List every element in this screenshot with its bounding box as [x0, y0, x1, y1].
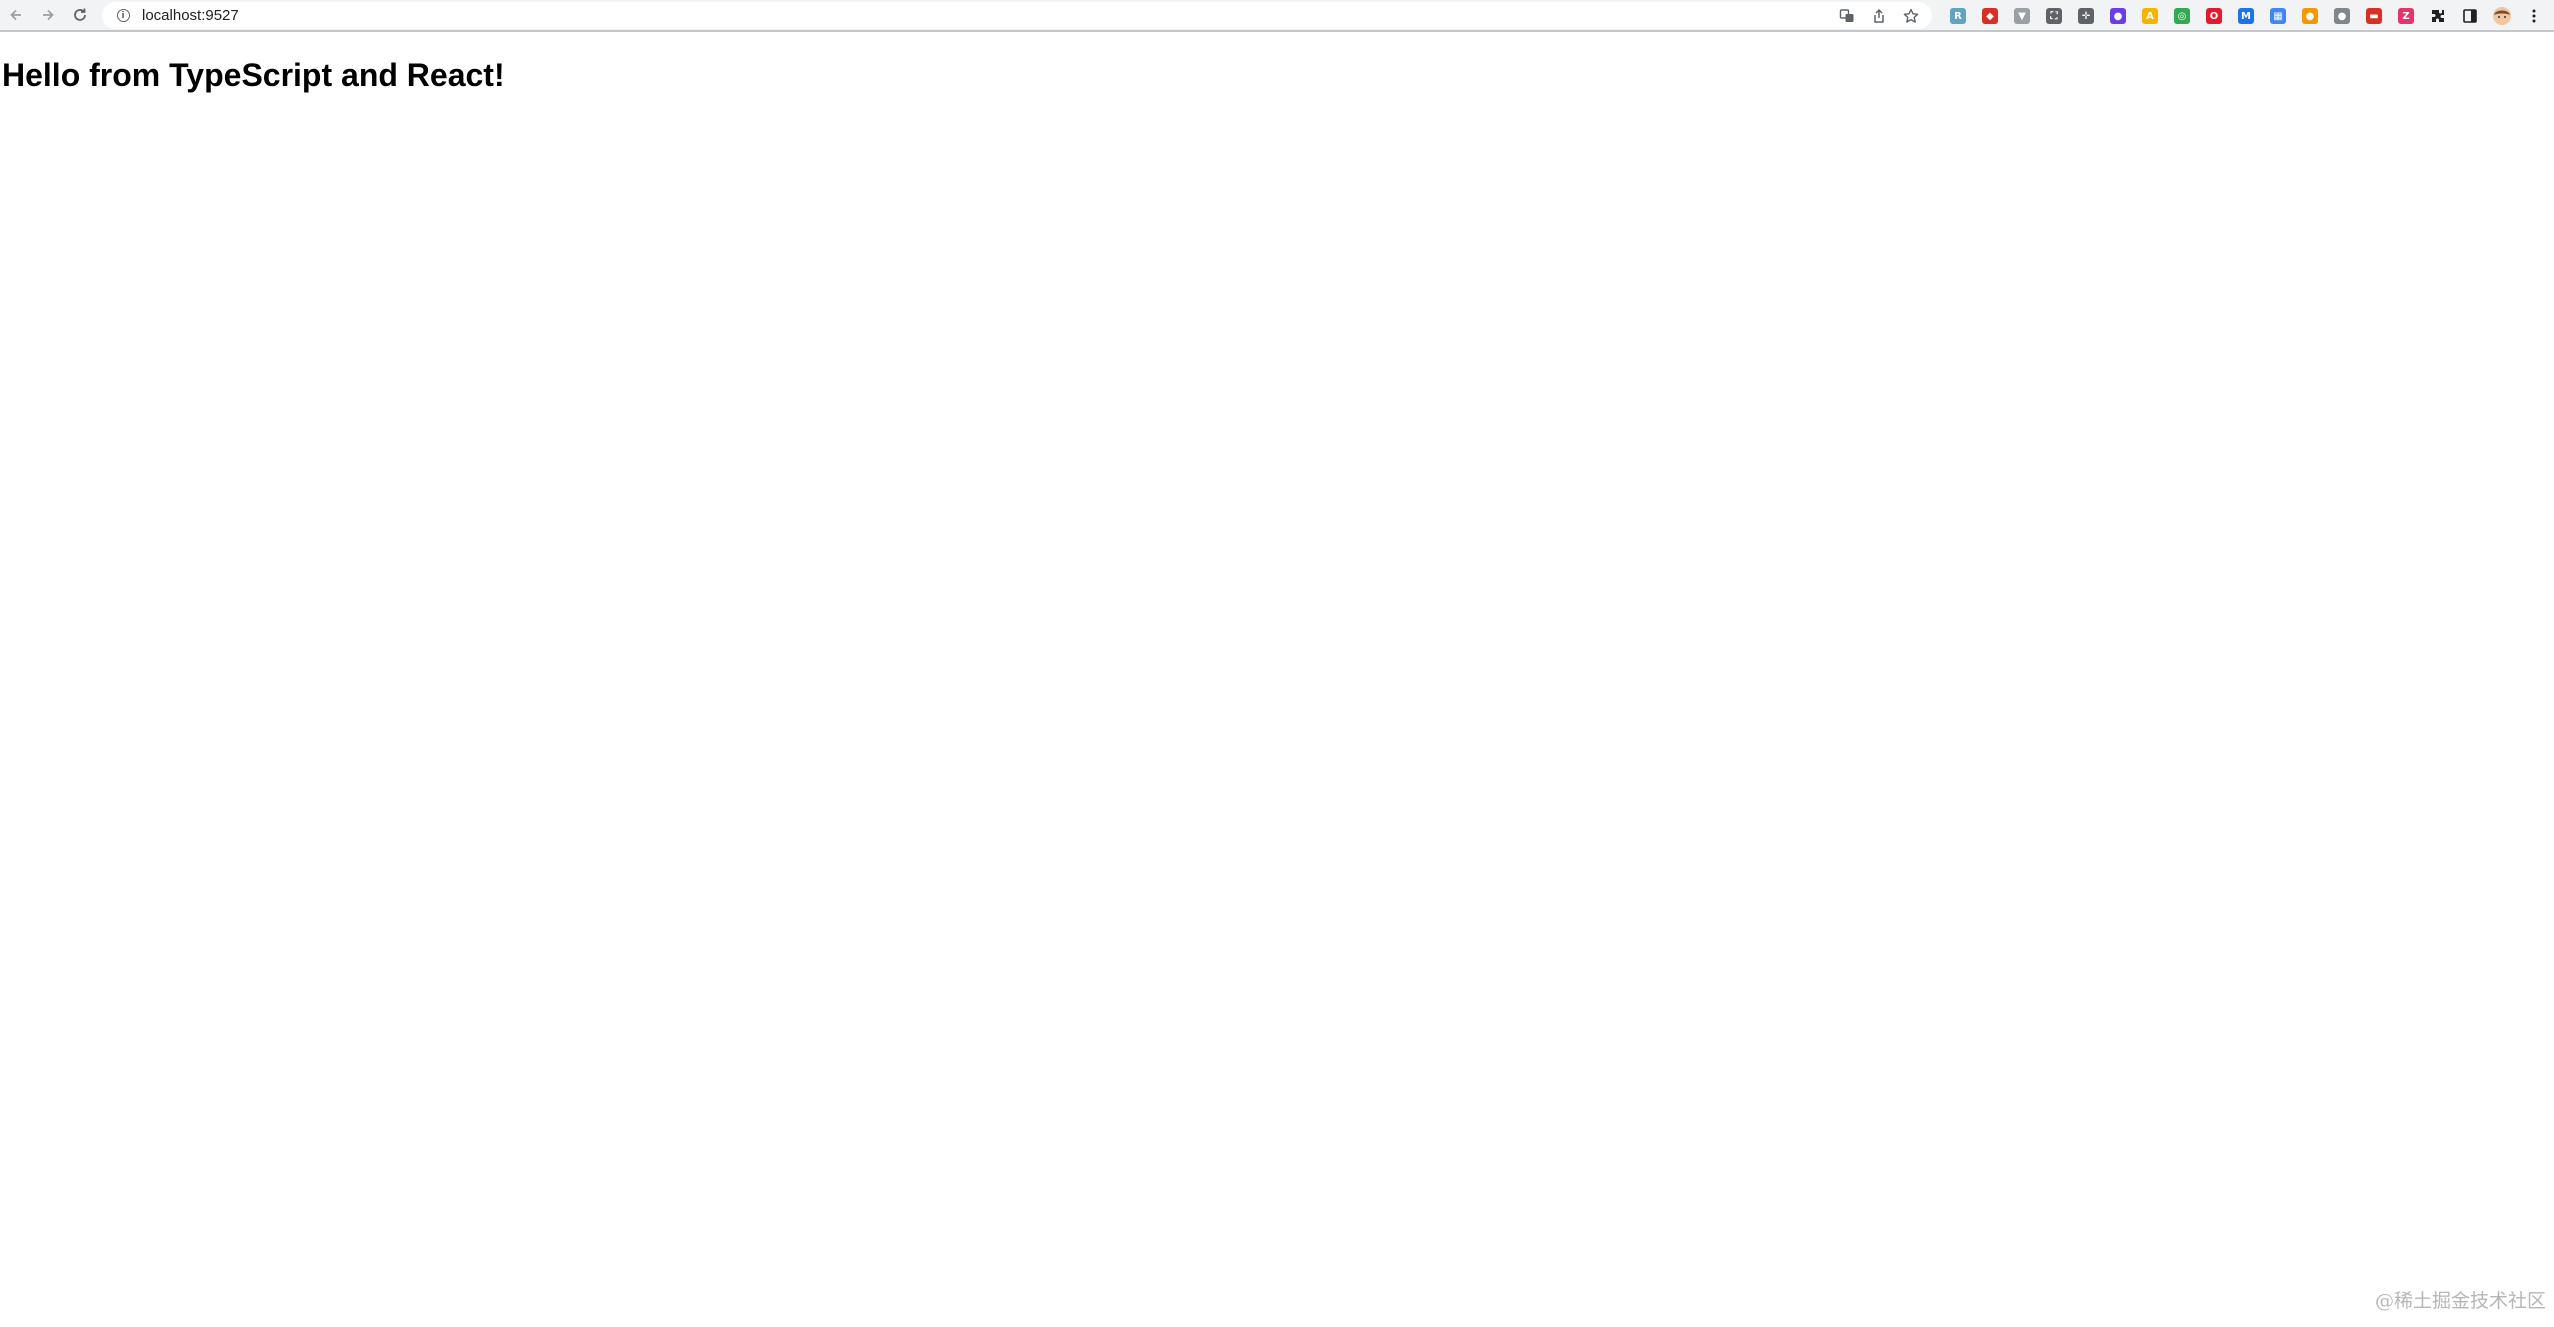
- ext-react-devtools-icon-glyph: R: [1950, 8, 1966, 24]
- reload-icon[interactable]: [64, 1, 96, 29]
- ext-chrome-icon-glyph: ◎: [2174, 8, 2190, 24]
- puzzle-extensions-icon[interactable]: [2422, 2, 2454, 30]
- profile-avatar-icon[interactable]: [2486, 2, 2518, 30]
- ext-blue-m-icon-glyph: M: [2238, 8, 2254, 24]
- ext-red-tool-icon[interactable]: ◆: [1974, 2, 2006, 30]
- watermark: @稀土掘金技术社区: [2374, 1290, 2546, 1312]
- extensions-bar: R ◆ ▼ ⛶ ✛ ● A ◎ O M ▦ ● ● ▬ Z: [1942, 2, 2550, 30]
- ext-orange-circle-icon[interactable]: ●: [2294, 2, 2326, 30]
- ext-pink-z-icon[interactable]: Z: [2390, 2, 2422, 30]
- ext-opera-icon-glyph: O: [2206, 8, 2222, 24]
- ext-yellow-a-icon[interactable]: A: [2134, 2, 2166, 30]
- navigation-buttons: [0, 1, 96, 29]
- ext-colorpicker-icon-glyph: ●: [2110, 8, 2126, 24]
- ext-funnel-icon[interactable]: ▼: [2006, 2, 2038, 30]
- ext-yellow-a-icon-glyph: A: [2142, 8, 2158, 24]
- ext-opera-icon[interactable]: O: [2198, 2, 2230, 30]
- ext-red-bar-icon[interactable]: ▬: [2358, 2, 2390, 30]
- page-heading: Hello from TypeScript and React!: [2, 57, 505, 93]
- ext-screenshot-icon[interactable]: ⛶: [2038, 2, 2070, 30]
- ext-orange-circle-icon-glyph: ●: [2302, 8, 2318, 24]
- address-bar[interactable]: i localhost:9527: [102, 2, 1932, 29]
- ext-pink-z-icon-glyph: Z: [2398, 8, 2414, 24]
- ext-screenshot-icon-glyph: ⛶: [2046, 8, 2062, 24]
- browser-toolbar: i localhost:9527 R ◆ ▼ ⛶ ✛ ● A ◎ O M ▦ ● ● ▬ Z: [0, 0, 2554, 32]
- info-icon[interactable]: i: [108, 2, 138, 29]
- ext-colorpicker-icon[interactable]: ●: [2102, 2, 2134, 30]
- arrow-left-icon[interactable]: [0, 1, 32, 29]
- side-panel-icon[interactable]: [2454, 2, 2486, 30]
- ext-ruler-icon-glyph: ✛: [2078, 8, 2094, 24]
- ext-react-devtools-icon[interactable]: R: [1942, 2, 1974, 30]
- bookmark-star-icon[interactable]: [1898, 3, 1924, 29]
- translate-icon[interactable]: [1834, 3, 1860, 29]
- ext-red-tool-icon-glyph: ◆: [1982, 8, 1998, 24]
- ext-red-bar-icon-glyph: ▬: [2366, 8, 2382, 24]
- share-icon[interactable]: [1866, 3, 1892, 29]
- kebab-menu-icon[interactable]: [2518, 2, 2550, 30]
- ext-gray-circle-icon[interactable]: ●: [2326, 2, 2358, 30]
- ext-chrome-icon[interactable]: ◎: [2166, 2, 2198, 30]
- url-text[interactable]: localhost:9527: [142, 7, 239, 24]
- ext-ruler-icon[interactable]: ✛: [2070, 2, 2102, 30]
- ext-grid-icon[interactable]: ▦: [2262, 2, 2294, 30]
- ext-funnel-icon-glyph: ▼: [2014, 8, 2030, 24]
- ext-grid-icon-glyph: ▦: [2270, 8, 2286, 24]
- ext-blue-m-icon[interactable]: M: [2230, 2, 2262, 30]
- ext-gray-circle-icon-glyph: ●: [2334, 8, 2350, 24]
- arrow-right-icon[interactable]: [32, 1, 64, 29]
- omnibox-actions: [1834, 2, 1924, 29]
